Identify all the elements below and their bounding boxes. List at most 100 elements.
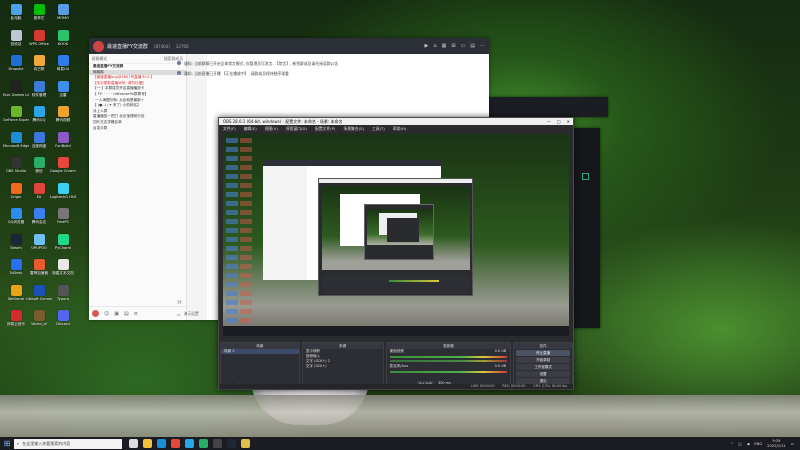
desktop-icon[interactable]: WeGame — [4, 284, 28, 301]
menu-item[interactable]: 文件(F) — [223, 125, 236, 132]
taskbar-app-explorer-icon[interactable] — [143, 439, 152, 448]
desktop-icon[interactable]: EA — [27, 182, 51, 199]
control-button[interactable]: 工作室模式 — [516, 364, 570, 370]
desktop-icon[interactable]: 网易UU — [51, 55, 75, 71]
video-icon[interactable]: ▶ — [425, 43, 429, 49]
desktop-icon[interactable]: 爱奇艺 — [27, 4, 51, 20]
desktop-icon[interactable]: 雷神加速器 — [27, 259, 51, 275]
notification-icon[interactable]: ▭ — [791, 442, 794, 446]
desktop-icon[interactable]: MOMO — [51, 4, 75, 20]
taskbar-app-edge-icon[interactable] — [157, 439, 166, 448]
demo-settings[interactable]: 演示设置 — [184, 311, 199, 317]
taskbar-app-chrome-icon[interactable] — [171, 439, 180, 448]
screen-share-icon[interactable]: ▭ — [177, 312, 181, 317]
emoji-icon[interactable]: ☺ — [104, 311, 109, 317]
desktop-icon[interactable]: 新建文本文档 — [51, 259, 75, 275]
more-tools-icon[interactable]: ≡ — [134, 311, 138, 317]
group-avatar[interactable] — [93, 40, 104, 52]
desktop-icon[interactable]: UPUPOO — [27, 233, 51, 250]
menu-item[interactable]: 编辑(E) — [244, 125, 257, 132]
minimize-icon[interactable]: — — [547, 118, 551, 125]
desktop-icon[interactable]: Typora — [51, 284, 75, 301]
desktop-icon-label: FunBuild — [55, 143, 71, 148]
source-item[interactable]: 文字 (GDI+) — [303, 364, 383, 369]
obs-title: OBS 28.0.1 (64-bit, windows) - 配置文件: 未命名… — [223, 119, 343, 124]
scene-item[interactable]: 场景 2 — [221, 349, 299, 354]
desktop-icon[interactable]: World_of — [27, 310, 51, 326]
desktop-icon[interactable]: 百度网盘 — [27, 131, 51, 148]
file-icon[interactable]: ▤ — [124, 311, 129, 317]
desktop-icon[interactable]: 网易云音乐 — [4, 310, 28, 326]
desktop-icon[interactable]: ToDesk — [4, 259, 28, 275]
desktop-icon[interactable]: Origin — [4, 182, 28, 199]
tray-up-icon[interactable]: ^ — [730, 442, 733, 446]
taskbar-app-wechat-icon[interactable] — [199, 439, 208, 448]
desktop-icon[interactable]: QQ浏览器 — [4, 208, 28, 224]
more-icon[interactable]: ⋯ — [480, 43, 485, 49]
image-icon[interactable]: ▣ — [114, 311, 119, 317]
audio-meter — [389, 360, 508, 362]
desktop-icon[interactable]: PyCharm — [51, 233, 75, 250]
menu-item[interactable]: 工具(T) — [372, 125, 385, 132]
desktop-icon[interactable]: 此电脑 — [4, 4, 28, 20]
taskbar-app-task-view-icon[interactable] — [129, 439, 138, 448]
desktop-icon[interactable]: Microsoft Edge — [3, 131, 29, 148]
desktop-icon[interactable]: 回收站 — [4, 29, 28, 46]
menu-item[interactable]: 停靠窗口(D) — [286, 125, 307, 132]
close-icon[interactable]: ✕ — [567, 118, 570, 125]
network-icon[interactable]: ◫ — [738, 442, 741, 446]
taskbar-search[interactable]: ⌕ 在这里输入你要搜索的内容 — [14, 438, 122, 449]
menu-item[interactable]: 场景集合(S) — [343, 125, 364, 132]
volume-icon[interactable]: ◀ — [747, 442, 750, 446]
menu-item[interactable]: 帮助(H) — [393, 125, 406, 132]
language-indicator[interactable]: ENG — [754, 442, 762, 446]
folder-icon[interactable]: ▤ — [470, 43, 475, 49]
desktop-icon[interactable]: 微信 — [27, 157, 51, 173]
taskbar-app-other-icon[interactable] — [241, 439, 250, 448]
game-icon[interactable]: ⊞ — [451, 43, 455, 49]
desktop-icon[interactable]: Ubisoft Connect — [26, 284, 52, 301]
controller-icon[interactable]: ⌘ — [177, 300, 182, 306]
menu-item[interactable]: 视图(V) — [265, 125, 278, 132]
desktop-icon[interactable]: Steam — [4, 233, 28, 250]
desktop-icon[interactable]: Discord — [51, 310, 75, 326]
desktop-icon[interactable]: Google Chrome — [50, 157, 76, 173]
home-icon[interactable]: ⌂ — [433, 43, 436, 49]
desktop-icon[interactable]: 软件管理 — [27, 80, 51, 97]
desktop-icon[interactable]: Dropshe — [4, 55, 28, 71]
desktop-icon[interactable]: FunBuild — [51, 131, 75, 148]
desktop-icon[interactable]: 迅雷 — [51, 80, 75, 97]
avatar[interactable] — [92, 310, 99, 317]
taskbar: ⊞ ⌕ 在这里输入你要搜索的内容 ^ ◫ ◀ ENG 9:29 2022/2/1… — [0, 437, 800, 450]
desktop-icon[interactable]: 腾讯会议 — [27, 208, 51, 224]
taskbar-app-steam-icon[interactable] — [227, 439, 236, 448]
control-button[interactable]: 开始录制 — [516, 357, 570, 363]
list-item[interactable]: 百变众群 — [89, 126, 186, 132]
app-icon — [33, 4, 45, 15]
clock-date: 2022/2/11 — [767, 443, 786, 448]
desktop-icon[interactable]: 腾讯视频 — [51, 106, 75, 122]
desktop-icon[interactable]: Epic Games Launcher — [3, 80, 29, 97]
clock[interactable]: 9:29 2022/2/11 — [767, 439, 785, 447]
desktop-icon[interactable]: OBS Studio — [4, 157, 28, 173]
taskbar-app-qq-icon[interactable] — [185, 439, 194, 448]
screen-icon[interactable]: ▭ — [461, 43, 466, 49]
control-button[interactable]: 停止直播 — [516, 350, 570, 356]
windows-start-icon[interactable]: ⊞ — [0, 437, 14, 450]
desktop-icon[interactable]: 腾讯QQ — [27, 106, 51, 122]
control-button[interactable]: 设置 — [516, 371, 570, 377]
system-tray: ^ ◫ ◀ ENG 9:29 2022/2/11 ▭ — [730, 439, 800, 447]
desktop-icon[interactable]: WPS Office — [27, 29, 51, 46]
app-icon[interactable]: ▦ — [442, 43, 447, 49]
desktop-icon[interactable]: GeForce Experience — [3, 106, 29, 122]
desktop-icon[interactable]: LogitechG HUB — [50, 182, 76, 199]
app-icon — [57, 284, 69, 296]
desktop-icon[interactable]: FastPS — [51, 208, 75, 224]
obs-preview[interactable] — [223, 134, 569, 336]
taskbar-app-obs-icon[interactable] — [213, 439, 222, 448]
desktop-icon[interactable]: 向日葵 — [27, 55, 51, 71]
desktop-icon[interactable]: KOOK — [51, 29, 75, 46]
maximize-icon[interactable]: □ — [557, 118, 561, 125]
desktop-icon-label: Typora — [57, 296, 69, 301]
menu-item[interactable]: 配置文件(P) — [315, 125, 335, 132]
